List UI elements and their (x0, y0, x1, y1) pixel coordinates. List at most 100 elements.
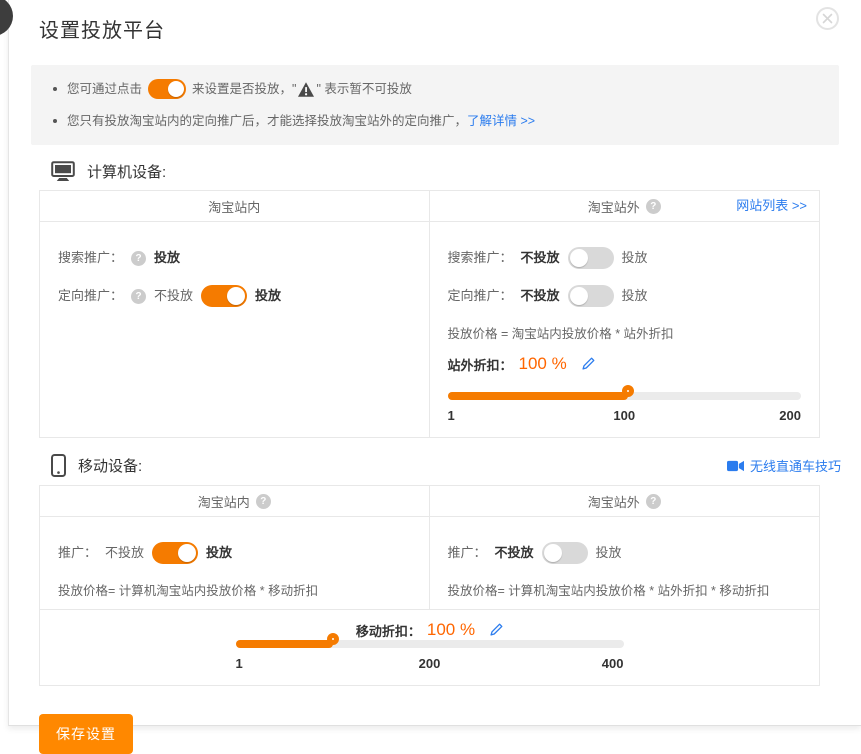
scale-mid: 200 (419, 656, 441, 671)
mobile-offsite-cell: 推广： 不投放 投放 投放价格= 计算机淘宝站内投放价格 * 站外折扣 * 移动… (430, 517, 820, 609)
help-icon[interactable] (646, 494, 661, 509)
mobile-offsite-price-formula: 投放价格= 计算机淘宝站内投放价格 * 站外折扣 * 移动折扣 (448, 581, 802, 601)
discount-label: 站外折扣： (448, 355, 513, 374)
header-label: 淘宝站外 (588, 197, 640, 216)
search-promo-row-offsite: 搜索推广： 不投放 投放 (448, 246, 802, 270)
target-promo-row-offsite: 定向推广： 不投放 投放 (448, 284, 802, 308)
row-label: 推广： (448, 541, 487, 565)
wireless-tips-link[interactable]: 无线直通车技巧 (727, 456, 841, 475)
toggle-knob[interactable] (227, 287, 245, 305)
target-promo-offsite-toggle[interactable] (568, 285, 614, 307)
help-icon[interactable] (131, 289, 146, 304)
notice-text: 来设置是否投放，" (192, 78, 296, 100)
mobile-onsite-toggle[interactable] (152, 542, 198, 564)
slider-thumb[interactable] (327, 633, 339, 645)
target-promo-onsite-toggle[interactable] (201, 285, 247, 307)
notice-line-2: 您只有投放淘宝站内的定向推广后，才能选择投放淘宝站外的定向推广， 了解详情 >> (47, 110, 823, 132)
page-title: 设置投放平台 (39, 14, 839, 43)
mobile-table-body: 推广： 不投放 投放 投放价格= 计算机淘宝站内投放价格 * 移动折扣 推广： … (40, 517, 819, 609)
help-icon[interactable] (131, 251, 146, 266)
offsite-price-formula: 投放价格 = 淘宝站内投放价格 * 站外折扣 (448, 324, 802, 344)
section-title: 移动设备: (78, 455, 142, 476)
status-off-label: 不投放 (105, 541, 144, 565)
mobile-offsite-toggle[interactable] (542, 542, 588, 564)
example-toggle-wrap (142, 79, 192, 99)
mobile-table-header: 淘宝站内 淘宝站外 (40, 486, 819, 517)
scale-min: 1 (448, 408, 455, 423)
discount-value: 100 % (427, 620, 475, 640)
scale-max: 200 (779, 408, 801, 423)
mobile-table: 淘宝站内 淘宝站外 推广： 不投放 投放 投放价格= 计算机淘宝站内投放价格 *… (39, 485, 820, 686)
edit-pencil-icon[interactable] (489, 623, 503, 637)
discount-label: 移动折扣： (356, 621, 421, 640)
website-list-link[interactable]: 网站列表 >> (736, 191, 807, 221)
video-icon (727, 460, 744, 472)
status-on-label: 投放 (255, 284, 281, 308)
save-settings-button[interactable]: 保存设置 (39, 714, 133, 754)
mobile-discount-row: 移动折扣： 100 % 1 200 400 (40, 609, 819, 685)
search-promo-row-onsite: 搜索推广： 投放 (58, 246, 411, 270)
phone-icon (51, 454, 66, 477)
status-on-label: 投放 (622, 284, 648, 308)
computer-table-header: 淘宝站内 淘宝站外 网站列表 >> (40, 191, 819, 222)
offsite-discount-slider[interactable] (448, 392, 802, 400)
learn-more-link[interactable]: 了解详情 >> (467, 110, 535, 132)
promo-row-mobile-onsite: 推广： 不投放 投放 (58, 541, 411, 565)
header-taobao-onsite: 淘宝站内 (40, 191, 430, 221)
mobile-onsite-price-formula: 投放价格= 计算机淘宝站内投放价格 * 移动折扣 (58, 581, 411, 601)
computer-icon (51, 161, 75, 182)
mobile-discount-slider-wrap: 1 200 400 (236, 640, 624, 671)
slider-scale: 1 100 200 (448, 408, 802, 423)
offsite-discount-line: 站外折扣： 100 % (448, 354, 802, 374)
mobile-discount-line: 移动折扣： 100 % (40, 620, 819, 640)
example-toggle (148, 79, 186, 99)
scale-mid: 100 (613, 408, 635, 423)
target-promo-row-onsite: 定向推广： 不投放 投放 (58, 284, 411, 308)
search-promo-offsite-toggle[interactable] (568, 247, 614, 269)
edit-pencil-icon[interactable] (581, 357, 595, 371)
toggle-knob (168, 81, 184, 97)
slider-thumb[interactable] (622, 385, 634, 397)
toggle-knob[interactable] (178, 544, 196, 562)
warning-icon (298, 82, 314, 97)
status-off-label: 不投放 (154, 284, 193, 308)
status-on-label: 投放 (154, 246, 180, 270)
computer-section-heading: 计算机设备: (51, 161, 839, 182)
mobile-discount-slider[interactable] (236, 640, 624, 648)
row-label: 推广： (58, 541, 97, 565)
toggle-knob[interactable] (544, 544, 562, 562)
status-off-label: 不投放 (521, 284, 560, 308)
row-label: 定向推广： (448, 284, 513, 308)
bullet-icon (53, 119, 57, 123)
mobile-onsite-cell: 推广： 不投放 投放 投放价格= 计算机淘宝站内投放价格 * 移动折扣 (40, 517, 430, 609)
mobile-section-heading: 移动设备: 无线直通车技巧 (51, 454, 839, 477)
toggle-knob[interactable] (570, 287, 588, 305)
status-on-label: 投放 (622, 246, 648, 270)
computer-table: 淘宝站内 淘宝站外 网站列表 >> 搜索推广： 投放 定向推广： 不投放 (39, 190, 820, 438)
header-taobao-onsite: 淘宝站内 (40, 486, 430, 516)
row-label: 搜索推广： (58, 246, 123, 270)
status-off-label: 不投放 (521, 246, 560, 270)
bullet-icon (53, 87, 57, 91)
close-icon[interactable] (816, 7, 839, 30)
notice-text: 您可通过点击 (67, 78, 142, 100)
help-icon[interactable] (646, 199, 661, 214)
status-off-label: 不投放 (495, 541, 534, 565)
computer-offsite-cell: 搜索推广： 不投放 投放 定向推广： 不投放 投放 投放价格 = 淘宝站内投放价… (430, 222, 820, 437)
header-taobao-offsite: 淘宝站外 (430, 486, 820, 516)
promo-row-mobile-offsite: 推广： 不投放 投放 (448, 541, 802, 565)
computer-table-body: 搜索推广： 投放 定向推广： 不投放 投放 搜索推广： 不投放 投放 (40, 222, 819, 437)
row-label: 定向推广： (58, 284, 123, 308)
help-icon[interactable] (256, 494, 271, 509)
slider-fill (236, 640, 333, 648)
toggle-knob[interactable] (570, 249, 588, 267)
notice-text: 您只有投放淘宝站内的定向推广后，才能选择投放淘宝站外的定向推广， (67, 110, 467, 132)
header-taobao-offsite: 淘宝站外 网站列表 >> (430, 191, 820, 221)
header-label: 淘宝站内 (198, 492, 250, 511)
status-on-label: 投放 (596, 541, 622, 565)
notice-box: 您可通过点击 来设置是否投放，" " 表示暂不可投放 您只有投放淘宝站内的定向推… (31, 65, 839, 145)
section-title: 计算机设备: (87, 161, 166, 182)
discount-value: 100 % (519, 354, 567, 374)
slider-fill (448, 392, 628, 400)
status-on-label: 投放 (206, 541, 232, 565)
